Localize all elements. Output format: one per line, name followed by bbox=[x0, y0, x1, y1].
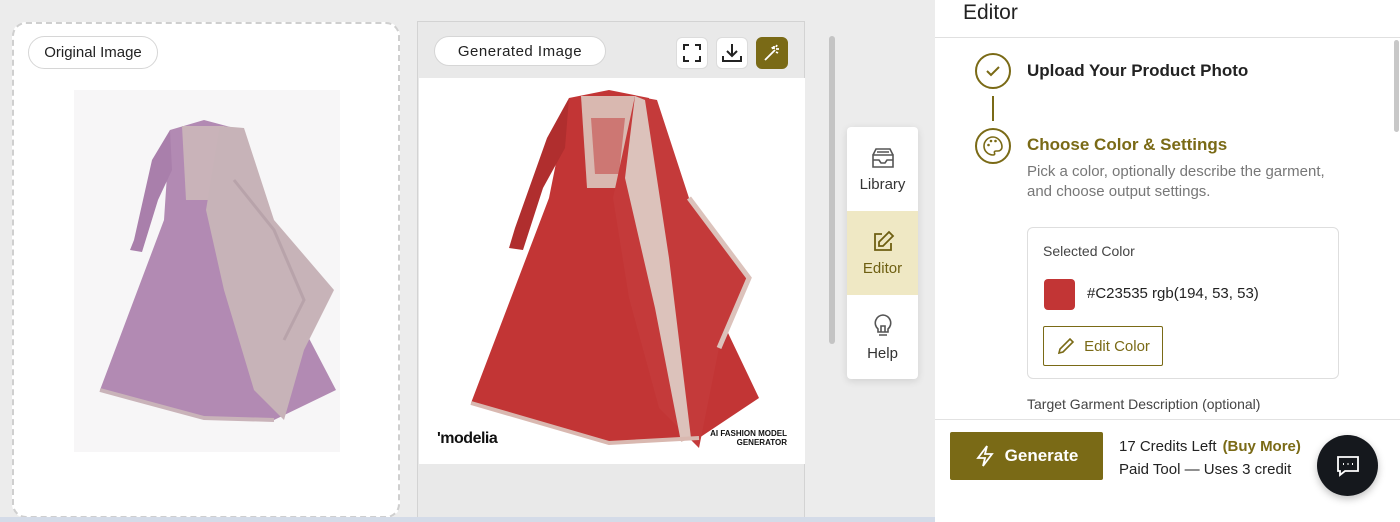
original-image bbox=[74, 90, 340, 452]
preview-scrollbar[interactable] bbox=[829, 36, 835, 344]
chat-icon bbox=[1336, 455, 1359, 477]
step-connector bbox=[992, 96, 994, 121]
generate-bar: Generate 17 Credits Left (Buy More) Paid … bbox=[935, 419, 1400, 522]
step1-status bbox=[975, 53, 1011, 89]
watermark-logo: 'modelia bbox=[437, 430, 498, 447]
editor-title: Editor bbox=[963, 1, 1018, 24]
watermark-tagline-line2: GENERATOR bbox=[736, 438, 787, 447]
generate-button[interactable]: Generate bbox=[950, 432, 1103, 480]
original-garment-illustration bbox=[99, 120, 336, 422]
download-icon bbox=[722, 44, 742, 62]
generated-garment-illustration bbox=[470, 90, 759, 448]
nav-item-label: Library bbox=[859, 175, 906, 193]
paid-tool-note: Paid Tool — Uses 3 credit bbox=[1119, 461, 1292, 478]
color-swatch bbox=[1044, 279, 1075, 310]
watermark-tagline: AI FASHION MODEL GENERATOR bbox=[710, 429, 787, 447]
watermark-tagline-line1: AI FASHION MODEL bbox=[710, 429, 787, 438]
nav-item-editor[interactable]: Editor bbox=[847, 211, 918, 295]
step2-status bbox=[975, 128, 1011, 164]
side-nav: Library Editor Help bbox=[847, 127, 918, 379]
edit-color-button[interactable]: Edit Color bbox=[1043, 326, 1163, 366]
nav-item-label: Editor bbox=[862, 259, 903, 277]
selected-color-label: Selected Color bbox=[1043, 243, 1135, 259]
check-icon bbox=[986, 66, 1000, 77]
generated-image-panel: Generated Image 'modelia AI FASHION MODE… bbox=[417, 21, 805, 522]
original-image-label: Original Image bbox=[28, 36, 158, 69]
step1-title: Upload Your Product Photo bbox=[1027, 61, 1249, 80]
magic-wand-icon bbox=[764, 44, 779, 61]
generated-image-label: Generated Image bbox=[434, 36, 606, 66]
nav-item-help[interactable]: Help bbox=[847, 295, 918, 379]
editor-panel: Editor Upload Your Product Photo Choose … bbox=[935, 0, 1400, 522]
download-button[interactable] bbox=[716, 37, 748, 69]
nav-item-label: Help bbox=[867, 344, 898, 362]
generated-image: 'modelia AI FASHION MODEL GENERATOR bbox=[419, 78, 805, 464]
divider bbox=[935, 37, 1400, 38]
color-value: #C23535 rgb(194, 53, 53) bbox=[1087, 285, 1259, 302]
pencil-icon bbox=[1057, 337, 1075, 355]
original-image-panel[interactable]: Original Image bbox=[12, 22, 400, 518]
edit-color-label: Edit Color bbox=[1084, 337, 1150, 355]
lightning-icon bbox=[975, 445, 994, 467]
generate-label: Generate bbox=[1004, 446, 1079, 465]
inbox-icon bbox=[871, 147, 894, 168]
fullscreen-icon bbox=[683, 44, 701, 62]
credits-line: 17 Credits Left (Buy More) bbox=[1119, 435, 1301, 458]
step2-description: Pick a color, optionally describe the ga… bbox=[1027, 163, 1325, 200]
credits-left: 17 Credits Left bbox=[1119, 438, 1217, 455]
step2-title: Choose Color & Settings bbox=[1027, 135, 1228, 154]
editor-scrollbar[interactable] bbox=[1394, 40, 1399, 132]
lightbulb-icon bbox=[873, 313, 892, 336]
window-bottom-edge bbox=[0, 517, 935, 522]
fullscreen-button[interactable] bbox=[676, 37, 708, 69]
selected-color-card: Selected Color #C23535 rgb(194, 53, 53) … bbox=[1027, 227, 1339, 379]
buy-more-link[interactable]: (Buy More) bbox=[1223, 438, 1301, 455]
palette-icon bbox=[983, 136, 1003, 156]
target-description-label: Target Garment Description (optional) bbox=[1027, 396, 1261, 412]
edit-icon bbox=[873, 230, 894, 251]
magic-wand-button[interactable] bbox=[756, 37, 788, 69]
chat-button[interactable] bbox=[1317, 435, 1378, 496]
credits-info: 17 Credits Left (Buy More) Paid Tool — Us… bbox=[1119, 435, 1301, 481]
nav-item-library[interactable]: Library bbox=[847, 127, 918, 211]
